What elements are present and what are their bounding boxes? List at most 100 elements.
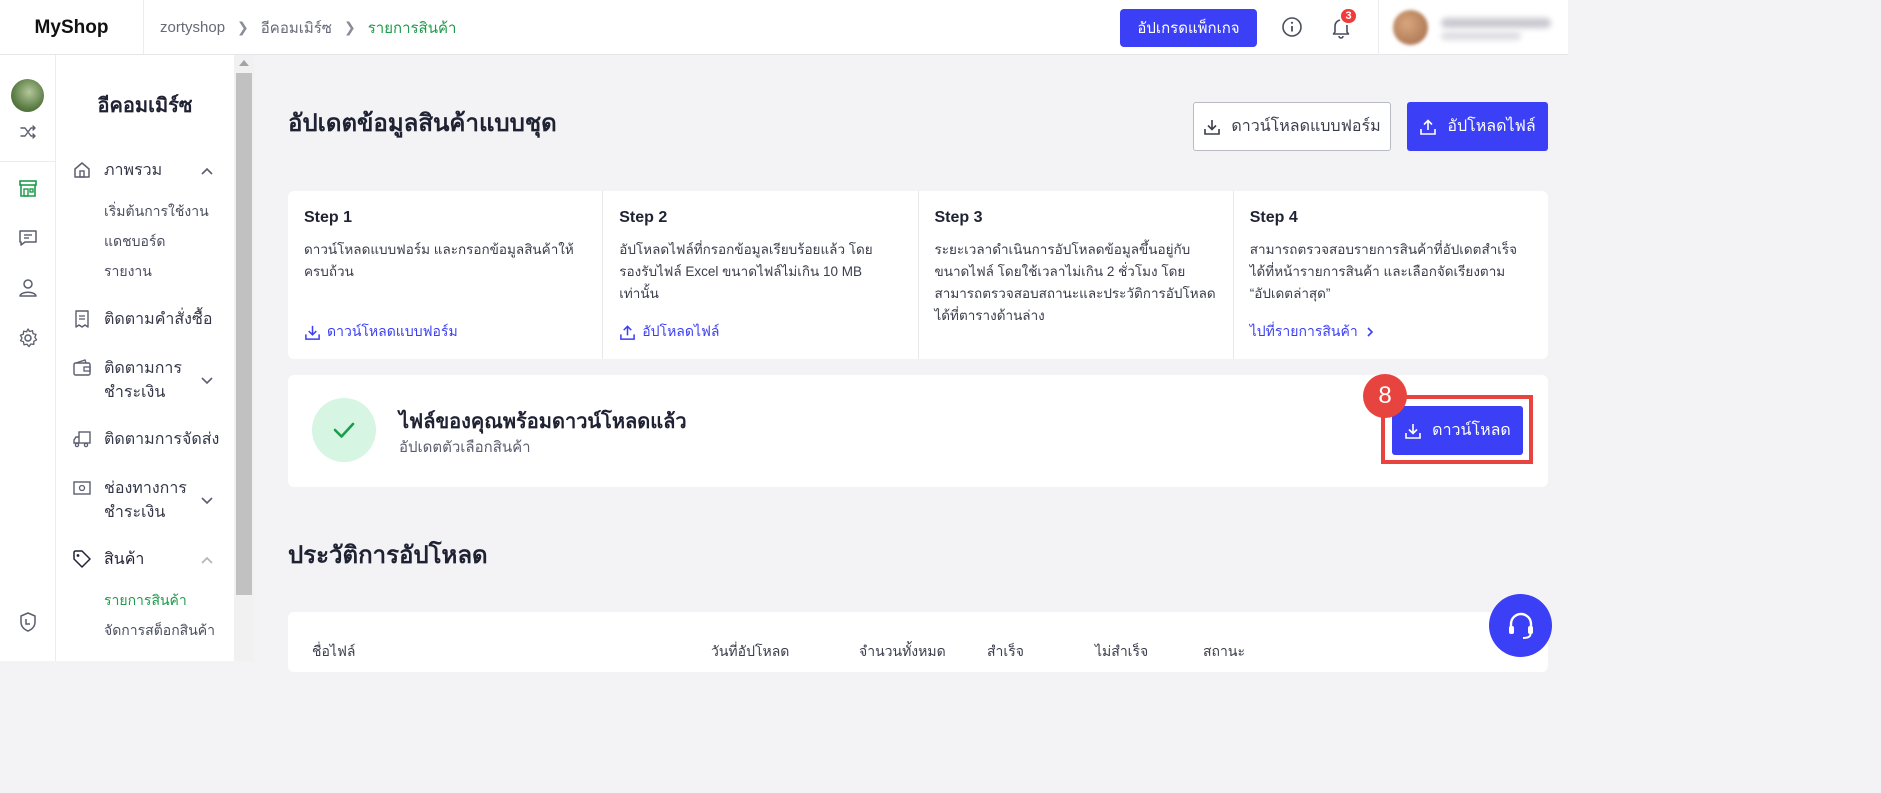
page-title: อัปเดตข้อมูลสินค้าแบบชุด <box>288 110 557 137</box>
sidebar-sub-product-list[interactable]: รายการสินค้า <box>104 590 187 612</box>
download-icon <box>1203 118 1221 136</box>
upgrade-package-button[interactable]: อัปเกรดแพ็กเกจ <box>1120 9 1257 47</box>
column-header-success[interactable]: สำเร็จ <box>987 641 1024 663</box>
sidebar-title: อีคอมเมิร์ซ <box>97 95 193 117</box>
step-title: Step 4 <box>1249 209 1298 226</box>
store-icon[interactable] <box>17 177 39 199</box>
sidebar-item-shipping-tracking[interactable]: ติดตามการจัดส่ง <box>72 428 230 452</box>
sidebar-sub-report[interactable]: รายงาน <box>104 261 152 283</box>
headset-icon <box>1504 609 1538 643</box>
column-header-upload-date[interactable]: วันที่อัปโหลด <box>711 641 789 663</box>
breadcrumb: zortyshop ❯ อีคอมเมิร์ซ ❯ รายการสินค้า <box>160 0 456 55</box>
sidebar-item-label: สินค้า <box>104 551 145 568</box>
scrollbar-thumb[interactable] <box>236 73 252 595</box>
download-icon <box>1404 422 1422 440</box>
shop-avatar[interactable] <box>11 79 44 112</box>
download-icon <box>304 324 321 341</box>
sidebar-sub-getting-started[interactable]: เริ่มต้นการใช้งาน <box>104 201 209 223</box>
step-description: ระยะเวลาดำเนินการอัปโหลดข้อมูลขึ้นอยู่กั… <box>934 242 1216 323</box>
home-icon <box>72 160 92 180</box>
chevron-right-icon <box>1364 326 1376 338</box>
link-label: ไปที่รายการสินค้า <box>1249 323 1358 339</box>
shield-icon[interactable] <box>17 611 39 633</box>
user-name-redacted <box>1441 18 1551 28</box>
shuffle-icon[interactable] <box>17 121 39 143</box>
user-icon[interactable] <box>17 277 39 299</box>
step-description: ดาวน์โหลดแบบฟอร์ม และกรอกข้อมูลสินค้าให้… <box>304 242 574 279</box>
file-ready-title: ไฟล์ของคุณพร้อมดาวน์โหลดแล้ว <box>399 411 687 433</box>
column-header-total[interactable]: จำนวนทั้งหมด <box>859 641 946 663</box>
column-header-failed[interactable]: ไม่สำเร็จ <box>1095 641 1148 663</box>
sidebar-item-overview[interactable]: ภาพรวม <box>72 159 230 183</box>
notification-badge: 3 <box>1339 7 1358 25</box>
rail-divider <box>0 161 56 162</box>
step-title: Step 3 <box>934 209 983 226</box>
chevron-up-icon <box>200 164 214 178</box>
check-icon <box>312 398 376 462</box>
sidebar-item-products[interactable]: สินค้า <box>72 548 230 572</box>
upload-icon <box>619 324 636 341</box>
user-menu[interactable] <box>1378 0 1568 55</box>
app-logo[interactable]: MyShop <box>0 0 144 55</box>
sidebar-item-label: ติดตามการจัดส่ง <box>104 431 220 448</box>
sidebar-sub-stock-management[interactable]: จัดการสต็อกสินค้า <box>104 620 215 642</box>
cash-icon <box>72 478 92 498</box>
step-title: Step 2 <box>619 209 668 226</box>
download-form-label: ดาวน์โหลดแบบฟอร์ม <box>1231 118 1381 135</box>
step-4: Step 4 สามารถตรวจสอบรายการสินค้าที่อัปเด… <box>1234 191 1548 359</box>
sidebar-item-label: ติดตามการชำระเงิน <box>104 360 182 401</box>
sidebar-item-label: ติดตามคำสั่งซื้อ <box>104 311 213 328</box>
download-form-button[interactable]: ดาวน์โหลดแบบฟอร์ม <box>1193 102 1391 151</box>
sidebar-item-payment-channels[interactable]: ช่องทางการชำระเงิน <box>72 477 230 525</box>
chevron-up-icon <box>200 553 214 567</box>
download-form-link[interactable]: ดาวน์โหลดแบบฟอร์ม <box>304 321 458 343</box>
sidebar-item-order-tracking[interactable]: ติดตามคำสั่งซื้อ <box>72 308 230 332</box>
upload-icon <box>1419 118 1437 136</box>
upload-history-table: ชื่อไฟล์ วันที่อัปโหลด จำนวนทั้งหมด สำเร… <box>288 612 1548 672</box>
step-2: Step 2 อัปโหลดไฟล์ที่กรอกข้อมูลเรียบร้อย… <box>603 191 919 359</box>
file-ready-card: ไฟล์ของคุณพร้อมดาวน์โหลดแล้ว อัปเดตตัวเล… <box>288 375 1548 487</box>
link-label: ดาวน์โหลดแบบฟอร์ม <box>327 323 458 339</box>
top-bar: MyShop zortyshop ❯ อีคอมเมิร์ซ ❯ รายการส… <box>0 0 1568 55</box>
chevron-right-icon: ❯ <box>237 19 249 35</box>
upload-file-link[interactable]: อัปโหลดไฟล์ <box>619 321 720 343</box>
support-chat-button[interactable] <box>1489 594 1552 657</box>
column-header-filename[interactable]: ชื่อไฟล์ <box>312 641 355 663</box>
steps-card: Step 1 ดาวน์โหลดแบบฟอร์ม และกรอกข้อมูลสิ… <box>288 191 1548 359</box>
link-label: อัปโหลดไฟล์ <box>642 323 720 339</box>
breadcrumb-shop[interactable]: zortyshop <box>160 19 225 36</box>
sidebar: อีคอมเมิร์ซ ภาพรวม เริ่มต้นการใช้งาน แดช… <box>56 55 234 661</box>
go-to-product-list-link[interactable]: ไปที่รายการสินค้า <box>1250 321 1376 343</box>
breadcrumb-product-list: รายการสินค้า <box>367 19 457 37</box>
chevron-down-icon <box>200 494 214 508</box>
icon-rail <box>0 55 56 661</box>
step-description: อัปโหลดไฟล์ที่กรอกข้อมูลเรียบร้อยแล้ว โด… <box>619 242 873 301</box>
chevron-down-icon <box>200 374 214 388</box>
info-icon[interactable] <box>1281 16 1303 38</box>
chat-icon[interactable] <box>17 227 39 249</box>
download-button[interactable]: ดาวน์โหลด <box>1392 406 1523 455</box>
receipt-icon <box>72 309 92 329</box>
gear-icon[interactable] <box>17 327 39 349</box>
step-3: Step 3 ระยะเวลาดำเนินการอัปโหลดข้อมูลขึ้… <box>919 191 1234 359</box>
delivery-icon <box>72 429 92 449</box>
file-ready-subtitle: อัปเดตตัวเลือกสินค้า <box>399 439 531 456</box>
upload-file-label: อัปโหลดไฟล์ <box>1447 118 1536 135</box>
user-role-redacted <box>1441 32 1521 40</box>
chevron-right-icon: ❯ <box>343 19 356 35</box>
download-label: ดาวน์โหลด <box>1432 422 1511 439</box>
step-title: Step 1 <box>304 209 353 226</box>
wallet-icon <box>72 358 92 378</box>
upload-history-title: ประวัติการอัปโหลด <box>288 542 488 569</box>
step-1: Step 1 ดาวน์โหลดแบบฟอร์ม และกรอกข้อมูลสิ… <box>288 191 604 359</box>
avatar <box>1393 10 1428 45</box>
breadcrumb-ecommerce[interactable]: อีคอมเมิร์ซ <box>261 16 332 40</box>
sidebar-item-label: ช่องทางการชำระเงิน <box>104 480 187 521</box>
sidebar-sub-dashboard[interactable]: แดชบอร์ด <box>104 231 166 253</box>
sidebar-item-payment-tracking[interactable]: ติดตามการชำระเงิน <box>72 357 230 405</box>
upload-file-button[interactable]: อัปโหลดไฟล์ <box>1407 102 1548 151</box>
step-number-badge: 8 <box>1363 374 1407 418</box>
scroll-up-arrow-icon[interactable] <box>239 60 249 66</box>
sidebar-item-label: ภาพรวม <box>104 162 163 179</box>
column-header-status[interactable]: สถานะ <box>1203 641 1245 663</box>
